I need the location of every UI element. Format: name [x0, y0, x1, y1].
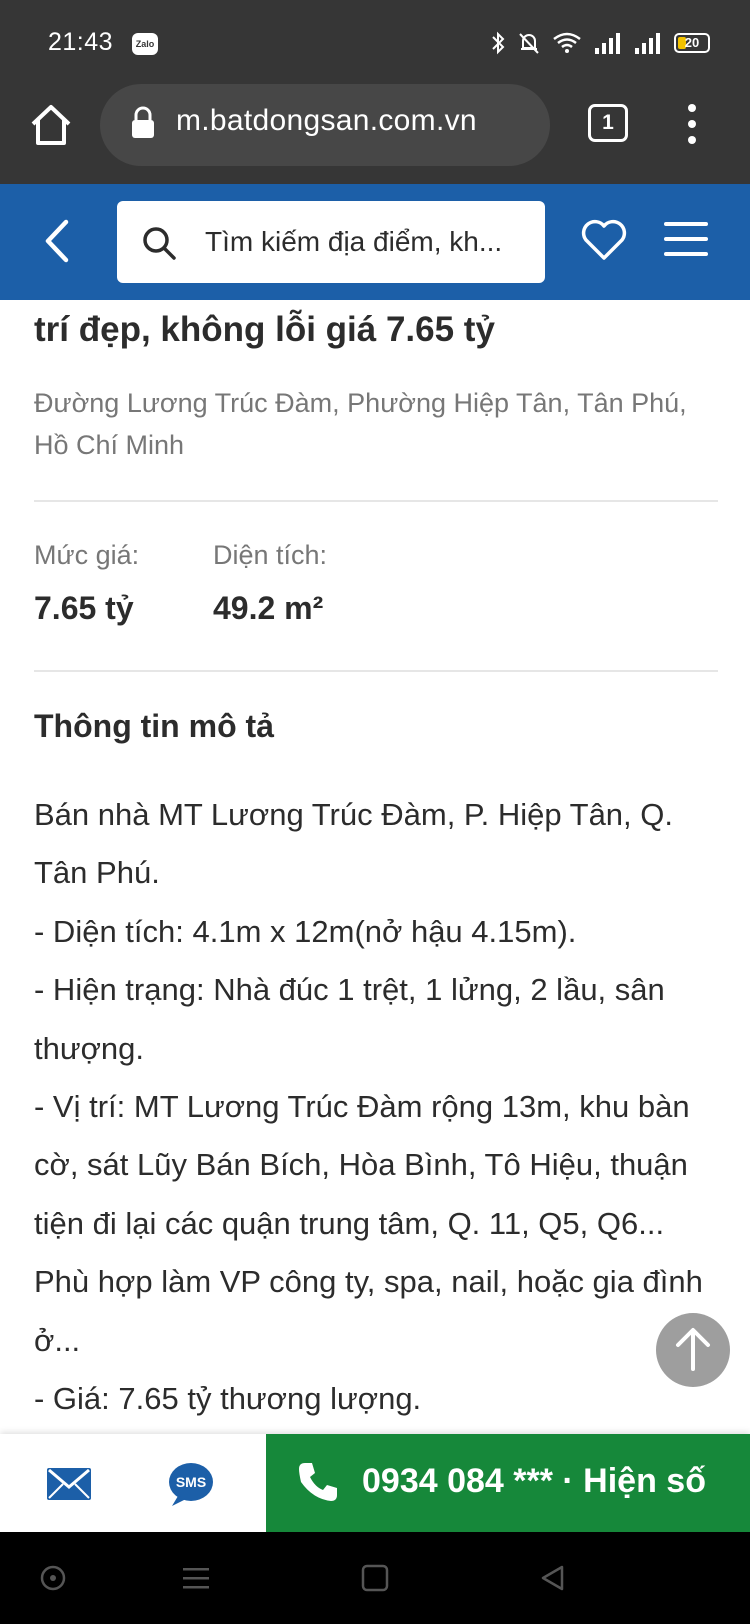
status-icons: 20 [490, 30, 710, 56]
bluetooth-icon [492, 31, 505, 55]
home-icon[interactable] [28, 102, 74, 148]
contact-bar: SMS 0934 084 *** · Hiện số [0, 1434, 750, 1532]
assistant-dot-icon[interactable] [38, 1563, 68, 1593]
divider [34, 670, 718, 672]
scroll-to-top-button[interactable] [656, 1313, 730, 1387]
browser-toolbar: m.batdongsan.com.vn 1 [0, 84, 750, 184]
back-triangle-icon[interactable] [538, 1563, 568, 1593]
sms-label: SMS [175, 1474, 207, 1490]
area-label: Diện tích: [213, 540, 328, 570]
favorite-heart-icon[interactable] [580, 218, 628, 262]
phone-number: 0934 084 *** · Hiện số [362, 1462, 706, 1500]
url-text: m.batdongsan.com.vn [176, 104, 477, 137]
description-line: - Vị trí: MT Lương Trúc Đàm rộng 13m, kh… [34, 1089, 703, 1358]
signal-icon [595, 33, 620, 54]
email-button[interactable] [0, 1434, 134, 1532]
battery-level: 20 [684, 35, 700, 50]
status-bar: 21:43 Zalo 20 [0, 0, 750, 88]
area-value: 49.2 m² [213, 590, 324, 626]
search-box[interactable]: Tìm kiếm địa điểm, kh... [117, 201, 545, 283]
price-label: Mức giá: [34, 540, 140, 570]
mute-bell-icon [519, 33, 539, 54]
description-line: - Diện tích: 4.1m x 12m(nở hậu 4.15m). [34, 913, 577, 949]
system-navigation-bar [0, 1532, 750, 1624]
hamburger-menu-icon[interactable] [664, 220, 708, 258]
description-line: - Giá: 7.65 tỷ thương lượng. [34, 1381, 422, 1417]
arrow-up-icon [676, 1328, 710, 1371]
home-square-icon[interactable] [360, 1563, 390, 1593]
price-value: 7.65 tỷ [34, 590, 134, 626]
listing-title: trí đẹp, không lỗi giá 7.65 tỷ [34, 310, 495, 349]
back-arrow-icon[interactable] [38, 216, 78, 266]
address-bar[interactable]: m.batdongsan.com.vn [100, 84, 550, 166]
tab-switcher-button[interactable]: 1 [588, 104, 628, 142]
divider [34, 500, 718, 502]
description-body: Bán nhà MT Lương Trúc Đàm, P. Hiệp Tân, … [34, 786, 718, 1428]
call-button[interactable]: 0934 084 *** · Hiện số [266, 1434, 750, 1532]
site-header: Tìm kiếm địa điểm, kh... [0, 184, 750, 300]
listing-address: Đường Lương Trúc Đàm, Phường Hiệp Tân, T… [34, 388, 687, 460]
lock-icon [132, 106, 154, 138]
phone-icon [299, 1463, 337, 1501]
battery-icon: 20 [674, 33, 710, 53]
mail-icon [47, 1468, 91, 1500]
signal-icon-2 [635, 33, 660, 54]
search-placeholder: Tìm kiếm địa điểm, kh... [205, 226, 503, 257]
description-line: - Hiện trạng: Nhà đúc 1 trệt, 1 lửng, 2 … [34, 972, 665, 1066]
search-icon [143, 227, 176, 260]
wifi-icon [553, 32, 581, 53]
zalo-notification-icon: Zalo [132, 33, 158, 55]
status-time: 21:43 [48, 28, 114, 56]
description-heading: Thông tin mô tả [34, 708, 274, 744]
recent-apps-icon[interactable] [181, 1563, 211, 1593]
sms-button[interactable]: SMS [134, 1434, 266, 1532]
description-line: Bán nhà MT Lương Trúc Đàm, P. Hiệp Tân, … [34, 797, 673, 891]
more-options-icon[interactable] [684, 102, 700, 146]
